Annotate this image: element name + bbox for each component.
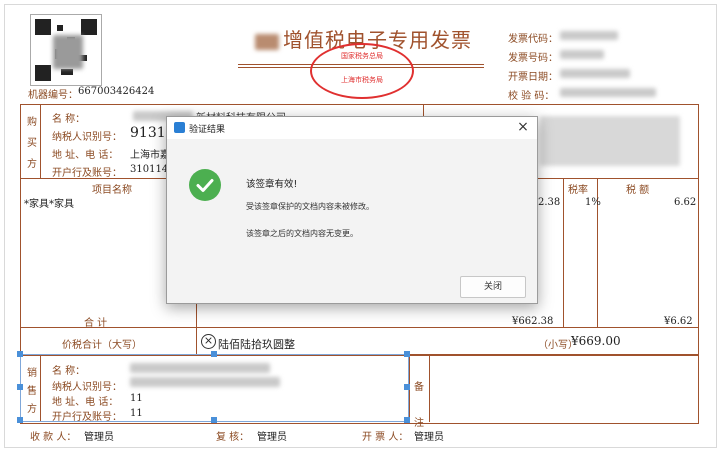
buyer-address-label: 地 址、电 话： xyxy=(52,150,119,161)
reviewer-label: 复 核： xyxy=(216,432,250,443)
success-check-icon xyxy=(189,169,221,201)
total-amount: ¥662.38 xyxy=(512,316,554,327)
drawer-value: 管理员 xyxy=(414,432,444,443)
cross-circle-icon: × xyxy=(201,334,216,349)
buyer-bank-label: 开户行及账号： xyxy=(52,168,122,179)
buyer-tax-id-label: 纳税人识别号： xyxy=(52,132,122,143)
payee-label: 收 款 人： xyxy=(30,432,77,443)
verification-dialog: 验证结果 × 该签章有效! 受该签章保护的文档内容未被修改。 该签章之后的文档内… xyxy=(166,116,538,304)
buyer-address-value: 上海市嘉 xyxy=(130,150,170,161)
buyer-name-label: 名 称： xyxy=(52,114,86,125)
resize-handle[interactable] xyxy=(211,417,217,423)
dialog-titlebar[interactable]: 验证结果 × xyxy=(167,117,537,139)
reviewer-value: 管理员 xyxy=(257,432,287,443)
resize-handle[interactable] xyxy=(17,417,23,423)
item-name: *家具*家具 xyxy=(24,199,74,210)
resize-handle[interactable] xyxy=(17,384,23,390)
payee-value: 管理员 xyxy=(84,432,114,443)
invoice-code-label: 发票代码： xyxy=(508,34,558,45)
message-line-1: 受该签章保护的文档内容未被修改。 xyxy=(246,202,374,211)
invoice-number-label: 发票号码： xyxy=(508,53,558,64)
invoice-date-label: 开票日期： xyxy=(508,72,558,83)
small-amount-value: ¥669.00 xyxy=(571,334,621,348)
dialog-title: 验证结果 xyxy=(189,125,226,135)
main-message: 该签章有效! xyxy=(246,179,298,190)
items-header-tax-rate: 税率 xyxy=(568,185,588,196)
machine-no: 667003426424 xyxy=(78,86,155,97)
message-line-2: 该签章之后的文档内容无变更。 xyxy=(246,229,358,238)
price-tax-label: 价税合计（大写） xyxy=(62,340,142,351)
resize-handle[interactable] xyxy=(404,417,410,423)
official-seal: 国家税务总局 上海市税务局 xyxy=(310,43,414,99)
price-tax-words: 陆佰陆拾玖圆整 xyxy=(218,338,295,351)
qr-code xyxy=(30,14,102,86)
items-header-name: 项目名称 xyxy=(92,185,132,196)
resize-handle[interactable] xyxy=(404,351,410,357)
signature-selection-box[interactable] xyxy=(20,354,409,422)
total-label: 合 计 xyxy=(84,318,108,329)
check-code-label: 校 验 码： xyxy=(508,91,555,102)
resize-handle[interactable] xyxy=(404,384,410,390)
items-header-tax-amount: 税 额 xyxy=(626,185,650,196)
buyer-side-label: 购买方 xyxy=(27,117,37,170)
item-amount: 2.38 xyxy=(538,197,561,208)
title-prefix-blurred xyxy=(255,34,279,50)
total-tax: ¥6.62 xyxy=(664,316,693,327)
app-icon xyxy=(174,122,185,133)
resize-handle[interactable] xyxy=(17,351,23,357)
machine-no-label: 机器编号： xyxy=(28,90,78,101)
item-rate: 1% xyxy=(585,197,601,208)
close-button[interactable]: 关闭 xyxy=(460,276,526,298)
resize-handle[interactable] xyxy=(211,351,217,357)
drawer-label: 开 票 人： xyxy=(362,432,409,443)
close-icon[interactable]: × xyxy=(515,119,531,135)
item-tax: 6.62 xyxy=(674,197,697,208)
